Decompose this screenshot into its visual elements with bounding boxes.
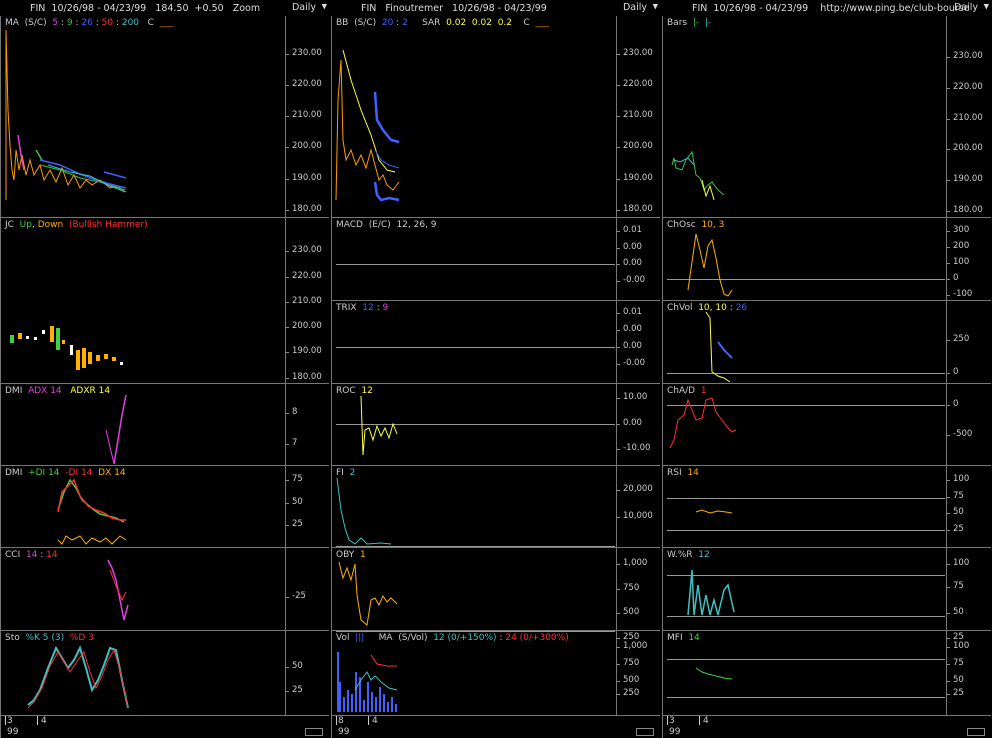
candle	[88, 352, 92, 364]
ma9-line	[39, 164, 126, 191]
candle	[112, 357, 116, 361]
volume-bar	[363, 700, 365, 712]
volume-bar	[375, 697, 377, 712]
series-layer	[5, 29, 737, 712]
rsi-line	[695, 509, 733, 514]
candle	[56, 328, 60, 350]
candle	[18, 333, 22, 339]
cci-signal-line	[109, 569, 127, 602]
roc-line	[360, 395, 398, 456]
candle	[76, 350, 80, 370]
candle	[34, 337, 37, 340]
candle	[120, 362, 123, 365]
volume-bar	[343, 697, 345, 712]
volume-bar	[383, 694, 385, 712]
fi-line	[336, 477, 392, 545]
volume-bar	[367, 682, 369, 712]
chad-line	[669, 397, 737, 449]
close-line	[335, 59, 400, 201]
candle	[70, 345, 73, 355]
ma50-line	[103, 171, 127, 179]
candle	[96, 355, 100, 361]
ma5-line	[17, 134, 25, 171]
candle	[42, 330, 45, 334]
ma200-line	[47, 164, 127, 193]
ma9-line	[35, 149, 43, 161]
adx-line	[105, 429, 115, 465]
chvol-line	[705, 311, 731, 383]
volume-bar	[355, 672, 357, 712]
mfi-line	[695, 667, 733, 680]
dx-line	[57, 535, 127, 545]
volume-bar	[395, 704, 397, 712]
volume-bar	[347, 690, 349, 712]
candle	[26, 336, 29, 339]
obv-line	[338, 561, 398, 626]
chosc-line	[687, 233, 733, 297]
vol-ma24-line	[370, 654, 397, 667]
volume-bar	[387, 702, 389, 712]
williams-r-line	[687, 569, 735, 616]
minus-di-line	[57, 478, 126, 521]
volume-bar	[371, 692, 373, 712]
candle	[82, 348, 86, 368]
volume-bar	[379, 687, 381, 712]
bb-upper-line	[373, 91, 400, 144]
price-bars	[671, 150, 725, 196]
volume-bar	[391, 697, 393, 712]
candle	[62, 340, 65, 344]
volume-bar	[337, 652, 339, 712]
volume-bar	[351, 694, 353, 712]
candle	[10, 335, 14, 343]
candle	[50, 326, 54, 342]
candle	[104, 354, 108, 359]
stoch-k-line	[27, 645, 129, 709]
sar-dots	[342, 49, 396, 173]
chvol-signal-line	[717, 341, 733, 359]
volume-bar	[339, 682, 341, 712]
vol-ma12-line	[354, 671, 398, 691]
adx-line	[113, 394, 127, 465]
